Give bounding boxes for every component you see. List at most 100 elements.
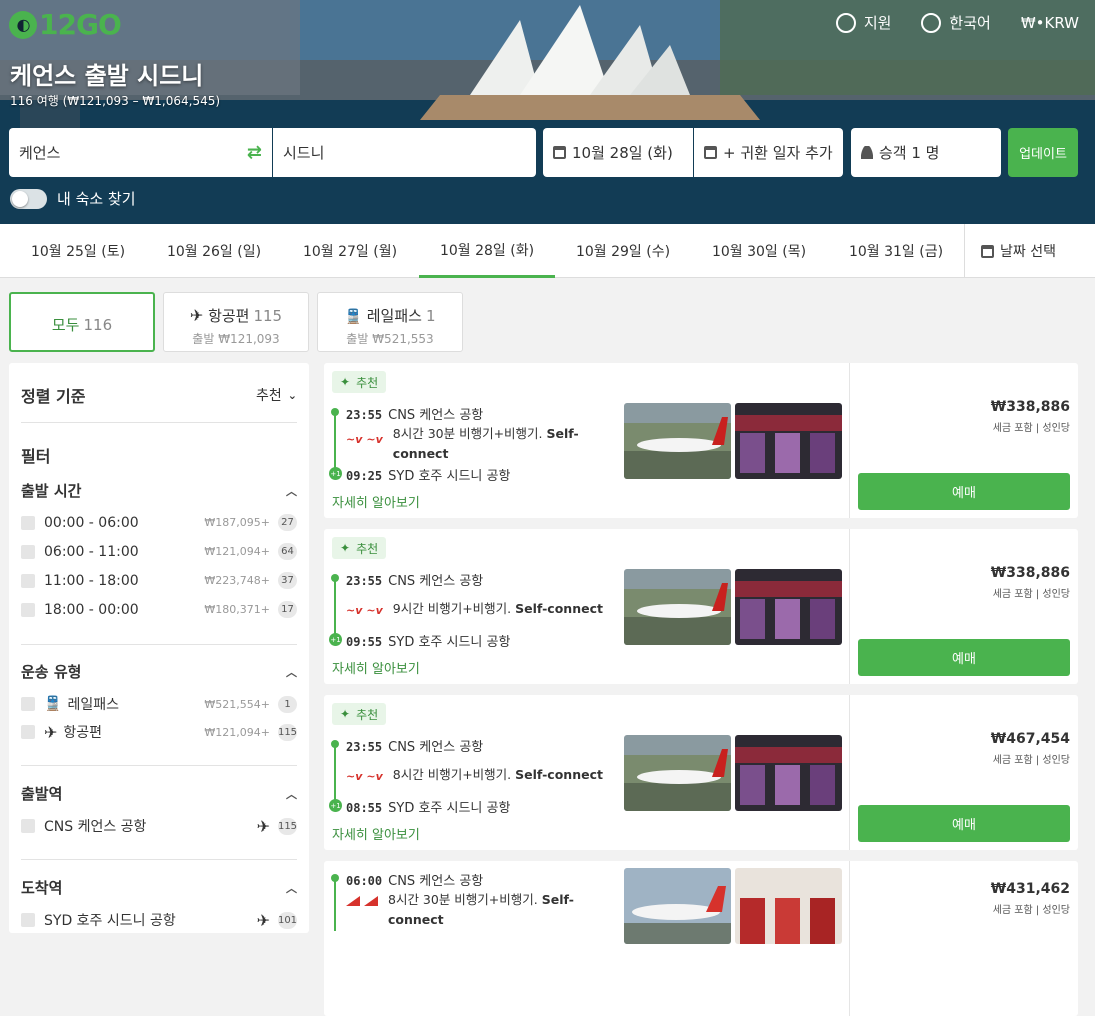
arrival-station: SYD 호주 시드니 공항 — [388, 635, 511, 650]
passengers-input[interactable]: 승객 1 명 — [851, 128, 1001, 177]
departure: 23:55 CNS 케언스 공항 — [346, 736, 483, 755]
details-link[interactable]: 자세히 알아보기 — [332, 658, 420, 677]
sort-header[interactable]: 정렬 기준 추천 ⌄ — [21, 383, 297, 407]
departure-station: CNS 케언스 공항 — [388, 740, 484, 755]
filter-label: 00:00 - 06:00 — [44, 514, 139, 531]
support-link[interactable]: 지원 — [835, 12, 891, 33]
accommodation-toggle[interactable]: 내 숙소 찾기 — [10, 188, 136, 209]
book-button[interactable]: 예매 — [858, 805, 1070, 842]
filter-price: ₩180,371+ — [204, 603, 270, 616]
filter-option[interactable]: 11:00 - 18:00 ₩223,748+ 37 — [21, 572, 297, 589]
result-card[interactable]: ✦ 추천 23:55 CNS 케언스 공항 ~v ~v 8시간 30분 비행기+비행기.… — [324, 363, 1078, 518]
toggle-switch[interactable] — [10, 188, 47, 209]
sort-label: 정렬 기준 — [21, 387, 86, 406]
divider — [21, 859, 297, 860]
filter-option[interactable]: CNS 케언스 공항 ✈ 115 — [21, 816, 297, 836]
calendar-icon — [981, 244, 994, 258]
date-tab[interactable]: 10월 27일 (월) — [282, 224, 418, 278]
date-value: 10월 28일 (화) — [572, 144, 673, 162]
divider — [849, 695, 850, 850]
filter-option[interactable]: SYD 호주 시드니 공항 ✈ 101 — [21, 910, 297, 930]
destination-header[interactable]: 도착역 ︿ — [21, 877, 297, 898]
checkbox[interactable] — [21, 515, 35, 530]
departure-station: CNS 케언스 공항 — [388, 874, 484, 889]
chevron-up-icon: ︿ — [286, 787, 297, 801]
date-tab[interactable]: 10월 30일 (목) — [691, 224, 827, 278]
checkbox[interactable] — [21, 819, 35, 833]
date-tab[interactable]: 10월 29일 (수) — [555, 224, 691, 278]
checkbox[interactable] — [21, 573, 35, 588]
filter-count: 64 — [278, 543, 297, 560]
filter-option[interactable]: ✈ 항공편 ₩121,094+ 115 — [21, 722, 297, 742]
sydney-opera-house-illustration — [0, 0, 1095, 224]
checkbox[interactable] — [21, 544, 35, 559]
book-button[interactable]: 예매 — [858, 473, 1070, 510]
from-input[interactable]: 케언스 ⇄ — [9, 128, 272, 177]
tab-railpass[interactable]: 🚆 레일패스 1 출발 ₩521,553 — [317, 292, 463, 352]
currency-selector[interactable]: ₩•KRW — [1021, 12, 1079, 33]
recommended-label: 추천 — [356, 541, 379, 556]
recommended-label: 추천 — [356, 375, 379, 390]
virgin-logo-icon: ~v ~v — [346, 433, 383, 446]
swap-icon[interactable]: ⇄ — [247, 142, 262, 163]
filter-count: 1 — [278, 695, 297, 713]
price-note: 세금 포함 | 성인당 — [992, 589, 1070, 600]
result-card[interactable]: ✦ 추천 23:55 CNS 케언스 공항 ~v ~v 9시간 비행기+비행기. Sel… — [324, 529, 1078, 684]
departure: 06:00 CNS 케언스 공항 — [346, 870, 483, 889]
checkbox[interactable] — [21, 602, 35, 617]
price: ₩467,454 — [990, 731, 1070, 747]
cabin-photo — [735, 735, 842, 811]
update-button[interactable]: 업데이트 — [1008, 128, 1078, 177]
origin-header[interactable]: 출발역 ︿ — [21, 783, 297, 804]
details-link[interactable]: 자세히 알아보기 — [332, 824, 420, 843]
logo-text: 12GO — [39, 8, 122, 41]
return-date-input[interactable]: + 귀환 일자 추가 — [694, 128, 843, 177]
toggle-label: 내 숙소 찾기 — [57, 190, 136, 208]
checkbox[interactable] — [21, 913, 35, 927]
filter-option[interactable]: 00:00 - 06:00 ₩187,095+ 27 — [21, 514, 297, 531]
destination-title: 도착역 — [21, 879, 63, 897]
checkbox[interactable] — [21, 725, 35, 739]
result-card[interactable]: ✦ 추천 23:55 CNS 케언스 공항 ~v ~v 8시간 비행기+비행기. Sel… — [324, 695, 1078, 850]
filter-option[interactable]: 06:00 - 11:00 ₩121,094+ 64 — [21, 543, 297, 560]
tab-flights-count: 115 — [253, 307, 283, 325]
logo[interactable]: ◐ 12GO — [9, 8, 122, 41]
result-card[interactable]: 06:00 CNS 케언스 공항 8시간 30분 비행기+비행기. Self-co… — [324, 861, 1078, 1016]
plane-photo — [624, 569, 731, 645]
tab-railpass-count: 1 — [425, 307, 436, 325]
date-tab[interactable]: 10월 31일 (금) — [828, 224, 964, 278]
date-tab[interactable]: 10월 25일 (토) — [10, 224, 146, 278]
date-picker-button[interactable]: 날짜 선택 — [964, 224, 1056, 278]
departure: 23:55 CNS 케언스 공항 — [346, 404, 483, 423]
details-link[interactable]: 자세히 알아보기 — [332, 492, 420, 511]
calendar-icon — [704, 146, 717, 159]
timeline-dot — [331, 740, 339, 748]
book-button[interactable]: 예매 — [858, 639, 1070, 676]
checkbox[interactable] — [21, 697, 35, 711]
price: ₩338,886 — [990, 565, 1070, 581]
departure-time-header[interactable]: 출발 시간 ︿ — [21, 480, 297, 501]
duration: ~v ~v 8시간 30분 비행기+비행기. Self-connect — [346, 424, 596, 464]
date-tab-selected[interactable]: 10월 28일 (화) — [419, 224, 555, 278]
airplane-icon: ✈ — [44, 722, 58, 742]
globe-icon — [921, 12, 942, 33]
to-input[interactable]: 시드니 — [273, 128, 536, 177]
tab-all[interactable]: 모두 116 — [9, 292, 155, 352]
language-selector[interactable]: 한국어 — [921, 12, 991, 33]
top-nav: 지원 한국어 ₩•KRW — [835, 12, 1079, 33]
date-input[interactable]: 10월 28일 (화) — [543, 128, 693, 177]
filter-option[interactable]: 18:00 - 00:00 ₩180,371+ 17 — [21, 601, 297, 618]
cabin-photo — [735, 403, 842, 479]
date-tab[interactable]: 10월 26일 (일) — [146, 224, 282, 278]
filter-count: 101 — [278, 911, 297, 929]
filter-label: 06:00 - 11:00 — [44, 543, 139, 560]
filter-option[interactable]: 🚆 레일패스 ₩521,554+ 1 — [21, 694, 297, 714]
arrival: 09:25 SYD 호주 시드니 공항 — [346, 465, 510, 484]
arrival: 09:55 SYD 호주 시드니 공항 — [346, 631, 510, 650]
cabin-photo — [735, 868, 842, 944]
tab-flights[interactable]: ✈ 항공편 115 출발 ₩121,093 — [163, 292, 309, 352]
departure-time: 23:55 — [346, 740, 383, 754]
tab-flights-price: 출발 ₩121,093 — [192, 332, 280, 346]
transport-type-header[interactable]: 운송 유형 ︿ — [21, 661, 297, 682]
divider — [849, 363, 850, 518]
